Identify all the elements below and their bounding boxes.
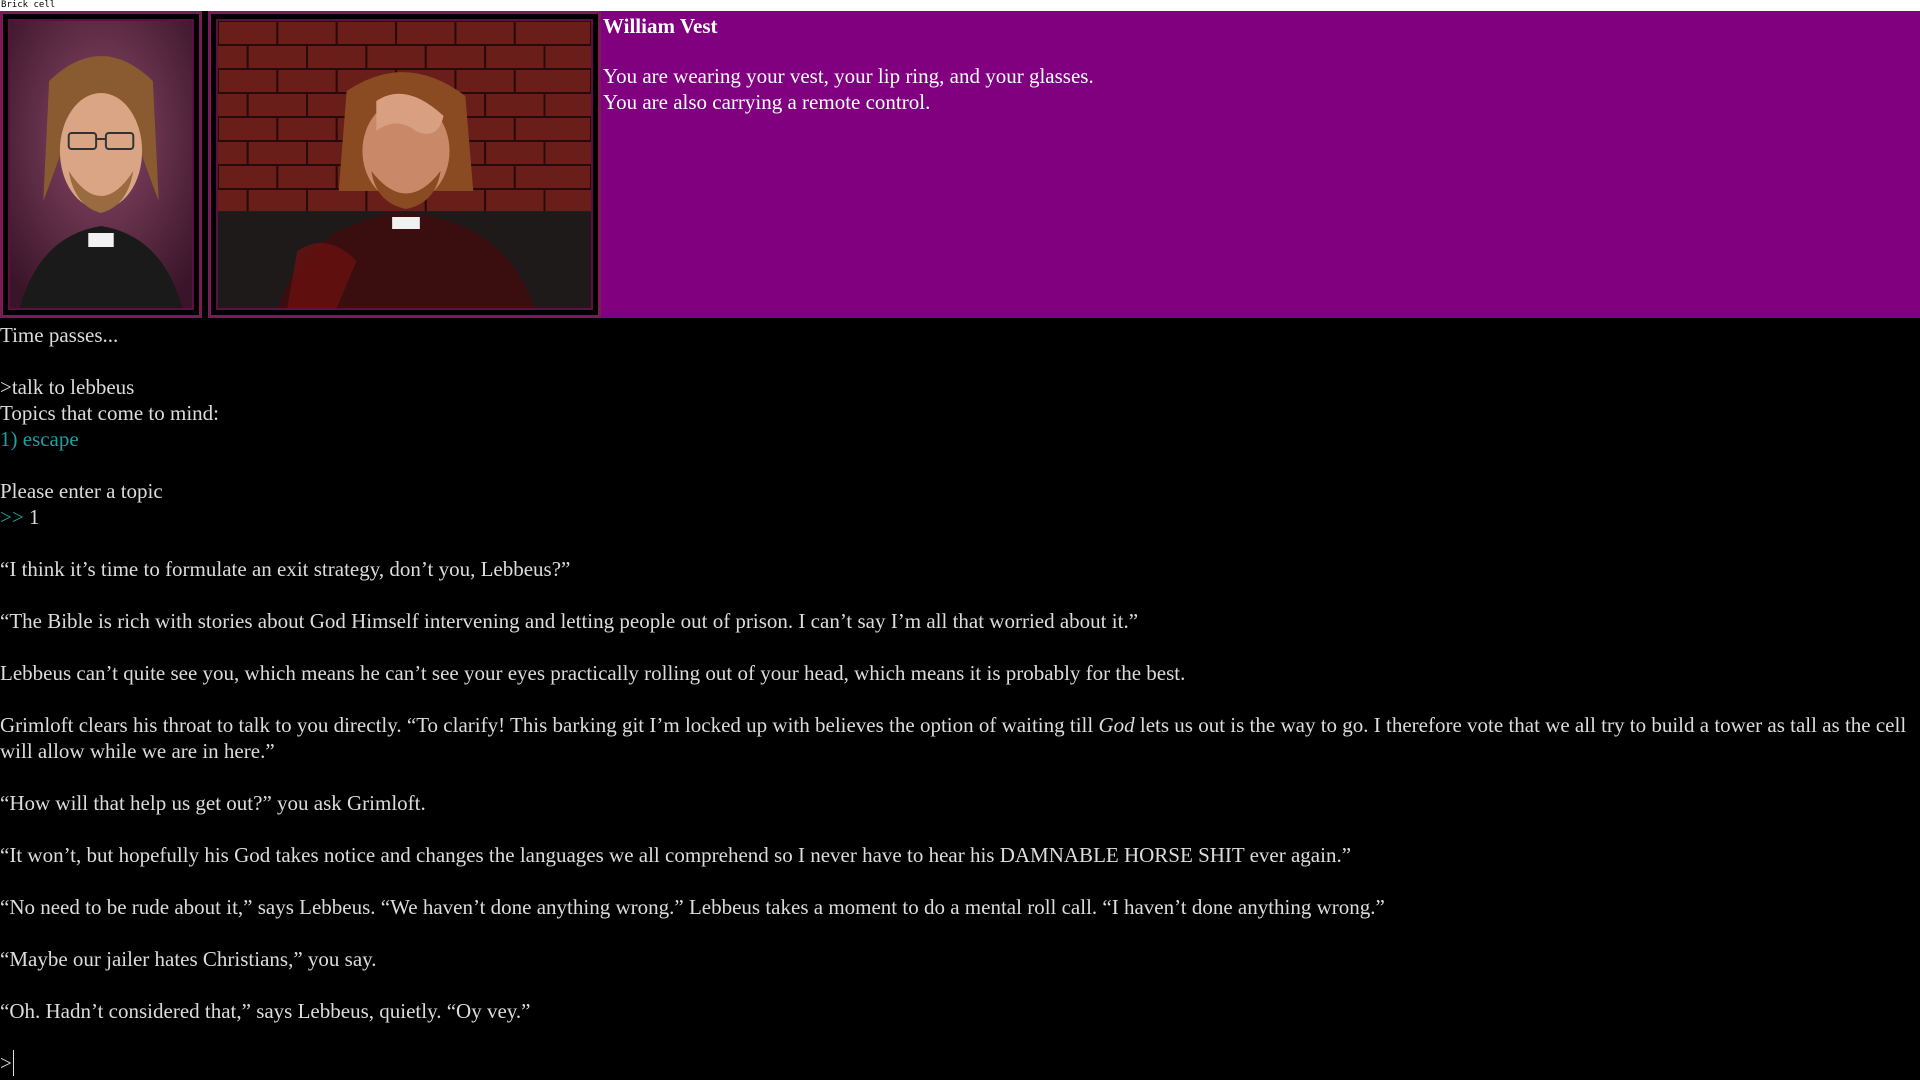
game-transcript: Time passes... >talk to lebbeus Topics t…: [0, 318, 1920, 1076]
character-description-line-2: You are also carrying a remote control.: [603, 90, 931, 114]
transcript-time-passes: Time passes...: [0, 323, 119, 347]
window-title-bar: Brick cell: [0, 0, 1920, 11]
window-title: Brick cell: [1, 0, 56, 10]
player-portrait-image: [10, 21, 192, 308]
scene-portrait-image: [218, 21, 591, 308]
character-info-panel: William Vest You are wearing your vest, …: [601, 11, 1920, 318]
scene-portrait: [216, 19, 593, 310]
top-panel: William Vest You are wearing your vest, …: [0, 11, 1920, 318]
text-cursor: [12, 1050, 14, 1076]
scene-portrait-frame: [208, 11, 601, 318]
transcript-line: “No need to be rude about it,” says Lebb…: [0, 895, 1385, 919]
topic-input-value: 1: [23, 505, 40, 529]
command-input[interactable]: >: [0, 1050, 1920, 1076]
character-name: William Vest: [603, 14, 718, 38]
player-portrait: [8, 19, 194, 310]
player-portrait-frame: [0, 11, 202, 318]
transcript-enter-topic: Please enter a topic: [0, 479, 163, 503]
transcript-line: “How will that help us get out?” you ask…: [0, 791, 426, 815]
topic-prompt: >>: [0, 505, 24, 529]
transcript-line: “Maybe our jailer hates Christians,” you…: [0, 947, 377, 971]
transcript-line-emphasis: God: [1098, 713, 1135, 737]
transcript-line: Grimloft clears his throat to talk to yo…: [0, 712, 1920, 764]
character-description-line-1: You are wearing your vest, your lip ring…: [603, 64, 1094, 88]
transcript-line: “It won’t, but hopefully his God takes n…: [0, 843, 1352, 867]
transcript-line: “Oh. Hadn’t considered that,” says Lebbe…: [0, 999, 531, 1023]
transcript-line: “I think it’s time to formulate an exit …: [0, 557, 571, 581]
transcript-topic-entry: >> 1: [0, 504, 1920, 530]
transcript-line: “The Bible is rich with stories about Go…: [0, 609, 1139, 633]
transcript-line: Lebbeus can’t quite see you, which means…: [0, 661, 1186, 685]
topic-option-escape[interactable]: 1) escape: [0, 426, 1920, 452]
command-prompt: >: [0, 1051, 12, 1075]
transcript-line-part: Grimloft clears his throat to talk to yo…: [0, 713, 1099, 737]
transcript-topics-header: Topics that come to mind:: [0, 401, 219, 425]
transcript-command: >talk to lebbeus: [0, 375, 135, 399]
